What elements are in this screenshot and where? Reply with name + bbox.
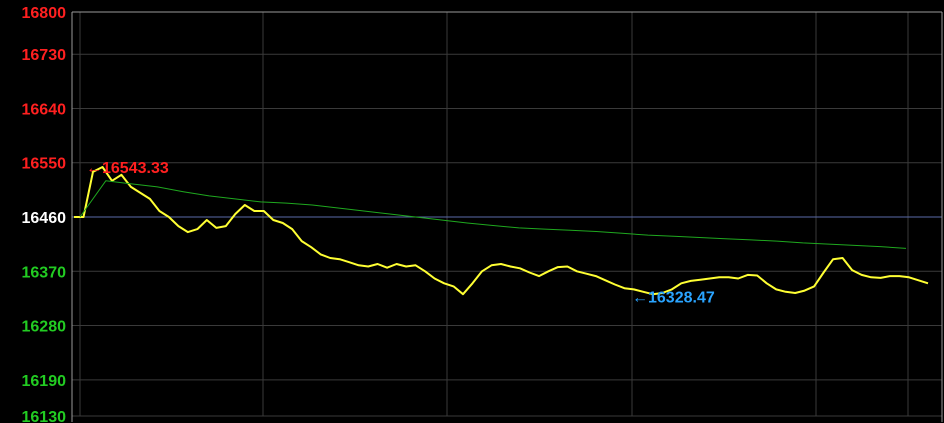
y-tick-label: 16640 <box>22 101 67 118</box>
high-value-annotation: ←16543.33 <box>86 160 169 177</box>
y-tick-label: 16190 <box>22 373 67 390</box>
y-tick-label: 16370 <box>22 264 67 281</box>
y-tick-label: 16280 <box>22 319 67 336</box>
intraday-price-chart: 16800 16730 16640 16550 16460 16370 16280 16190… <box>0 0 944 423</box>
y-tick-label: 16800 <box>22 5 67 22</box>
y-tick-label: 16130 <box>22 409 67 423</box>
y-tick-label: 16730 <box>22 47 67 64</box>
y-tick-label: 16550 <box>22 156 67 173</box>
plot-background <box>0 0 944 423</box>
y-tick-label: 16460 <box>22 210 67 227</box>
low-value-annotation: ←16328.47 <box>632 289 715 306</box>
